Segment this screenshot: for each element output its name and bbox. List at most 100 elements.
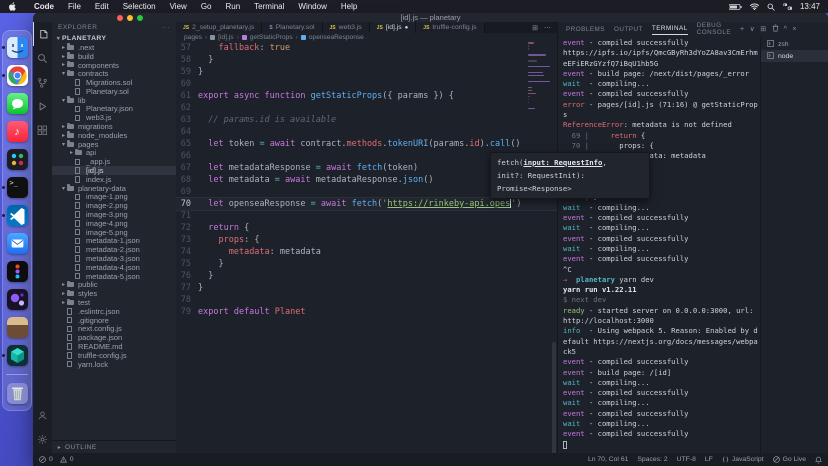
tree-item-_app.js[interactable]: _app.js	[52, 157, 176, 166]
menu-item-edit[interactable]: Edit	[88, 2, 116, 11]
explorer-icon[interactable]	[33, 22, 52, 46]
tree-item-image-3.png[interactable]: image-3.png	[52, 210, 176, 219]
status-circle-slash[interactable]: Go Live	[773, 456, 806, 463]
apple-menu-icon[interactable]	[9, 2, 17, 11]
status-error[interactable]: 0	[39, 456, 53, 463]
run-debug-icon[interactable]	[33, 94, 52, 118]
code-editor[interactable]: 57 fallback: true58 }59}6061export async…	[176, 42, 557, 453]
code-line-77[interactable]: 77}	[176, 282, 557, 294]
code-line-59[interactable]: 59}	[176, 66, 557, 78]
tab-web3.js[interactable]: JSweb3.js	[323, 22, 370, 33]
menu-item-help[interactable]: Help	[334, 2, 364, 11]
status-utf-8[interactable]: UTF-8	[677, 456, 696, 463]
dropdown-icon[interactable]: ∨	[750, 25, 756, 33]
tree-item-metadata-1.json[interactable]: metadata-1.json	[52, 237, 176, 246]
tree-item-[id].js[interactable]: [id].js	[52, 166, 176, 175]
panel-tab-debug-console[interactable]: DEBUG CONSOLE	[697, 20, 731, 38]
tab-[id].js[interactable]: JS[id].js●	[370, 22, 417, 33]
tree-item-public[interactable]: ▸public	[52, 281, 176, 290]
tree-item-next.config.js[interactable]: next.config.js	[52, 325, 176, 334]
tree-item-image-1.png[interactable]: image-1.png	[52, 193, 176, 202]
code-line-75[interactable]: 75 }	[176, 258, 557, 270]
tree-item-metadata-4.json[interactable]: metadata-4.json	[52, 263, 176, 272]
tree-item-.gitignore[interactable]: .gitignore	[52, 316, 176, 325]
tab-2_setup_planetary.js[interactable]: JS2_setup_planetary.js	[176, 22, 262, 33]
tree-item-planetary-data[interactable]: ▾planetary-data	[52, 184, 176, 193]
tree-item-test[interactable]: ▸test	[52, 298, 176, 307]
tree-item-Migrations.sol[interactable]: Migrations.sol	[52, 78, 176, 87]
trash-icon[interactable]	[772, 24, 779, 34]
tree-item-index.js[interactable]: index.js	[52, 175, 176, 184]
code-line-72[interactable]: 72 return {	[176, 222, 557, 234]
battery-icon[interactable]	[729, 4, 742, 10]
tree-item-lib[interactable]: ▾lib	[52, 96, 176, 105]
dock-item-trash[interactable]	[7, 383, 28, 404]
tree-item-metadata-2.json[interactable]: metadata-2.json	[52, 245, 176, 254]
tree-item-metadata-5.json[interactable]: metadata-5.json	[52, 272, 176, 281]
code-line-62[interactable]: 62	[176, 102, 557, 114]
menu-item-code[interactable]: Code	[27, 2, 61, 11]
panel-tab-problems[interactable]: PROBLEMS	[566, 24, 605, 35]
settings-icon[interactable]	[33, 427, 52, 451]
tree-item-README.md[interactable]: README.md	[52, 342, 176, 351]
close-icon[interactable]: ×	[792, 26, 797, 33]
menu-item-go[interactable]: Go	[194, 2, 219, 11]
menu-item-window[interactable]: Window	[291, 2, 333, 11]
tree-item-pages[interactable]: ▾pages	[52, 140, 176, 149]
breadcrumb-item-[id].js[interactable]: [id].js	[218, 34, 233, 41]
modified-dot-icon[interactable]: ●	[405, 25, 409, 31]
account-icon[interactable]	[33, 403, 52, 427]
dock-item-cube-app[interactable]	[7, 345, 28, 366]
explorer-more-actions-icon[interactable]: ···	[162, 24, 170, 31]
dock-item-minecraft[interactable]	[7, 317, 28, 338]
tree-item-node_modules[interactable]: ▸node_modules	[52, 131, 176, 140]
tree-item-metadata-3.json[interactable]: metadata-3.json	[52, 254, 176, 263]
minimap[interactable]	[528, 42, 550, 453]
code-line-64[interactable]: 64	[176, 126, 557, 138]
breadcrumb-item-openseaResponse[interactable]: openseaResponse	[309, 34, 364, 41]
dock-item-planets-app[interactable]	[7, 289, 28, 310]
tree-item-components[interactable]: ▸components	[52, 61, 176, 70]
tab-Planetary.sol[interactable]: SPlanetary.sol	[262, 22, 322, 33]
tree-item-web3.js[interactable]: web3.js	[52, 113, 176, 122]
project-root-row[interactable]: ▾ PLANETARY	[52, 33, 176, 43]
scrollbar-thumb[interactable]	[552, 342, 556, 462]
code-line-71[interactable]: 71	[176, 210, 557, 222]
tree-item-package.json[interactable]: package.json	[52, 333, 176, 342]
dock-item-slack[interactable]	[7, 149, 28, 170]
tree-item-styles[interactable]: ▸styles	[52, 289, 176, 298]
extensions-icon[interactable]	[33, 118, 52, 142]
tree-item-migrations[interactable]: ▸migrations	[52, 122, 176, 131]
breadcrumb-item-pages[interactable]: pages	[184, 34, 202, 41]
code-line-73[interactable]: 73 props: {	[176, 234, 557, 246]
tree-item-image-2.png[interactable]: image-2.png	[52, 201, 176, 210]
dock-item-terminal[interactable]: >_	[7, 177, 28, 198]
panel-tab-output[interactable]: OUTPUT	[614, 24, 643, 35]
editor-scrollbar[interactable]	[552, 42, 556, 453]
menu-item-view[interactable]: View	[163, 2, 194, 11]
status-braces[interactable]: JavaScript	[722, 456, 764, 463]
split-terminal-icon[interactable]: ⊞	[760, 25, 766, 33]
status-warning[interactable]: 0	[60, 456, 74, 463]
chevron-up-icon[interactable]: ^	[784, 26, 788, 33]
menu-item-selection[interactable]: Selection	[116, 2, 163, 11]
code-line-58[interactable]: 58 }	[176, 54, 557, 66]
code-line-57[interactable]: 57 fallback: true	[176, 42, 557, 54]
tree-item-image-4.png[interactable]: image-4.png	[52, 219, 176, 228]
dock-item-finder[interactable]	[7, 37, 28, 58]
tree-item-.next[interactable]: ▸.next	[52, 43, 176, 52]
tree-item-Planetary.sol[interactable]: Planetary.sol	[52, 87, 176, 96]
more-actions-icon[interactable]: ⋯	[544, 24, 551, 32]
code-line-65[interactable]: 65 let token = await contract.methods.to…	[176, 138, 557, 150]
tree-item-yarn.lock[interactable]: yarn.lock	[52, 360, 176, 369]
split-editor-icon[interactable]: ⊞	[532, 24, 538, 32]
code-line-76[interactable]: 76 }	[176, 270, 557, 282]
breadcrumb[interactable]: pages›[id].js›getStaticProps›openseaResp…	[176, 33, 557, 42]
code-line-61[interactable]: 61export async function getStaticProps({…	[176, 90, 557, 102]
dock-item-messages[interactable]	[7, 93, 28, 114]
status-lf[interactable]: LF	[705, 456, 713, 463]
source-control-icon[interactable]	[33, 70, 52, 94]
outline-section[interactable]: ▸ OUTLINE	[52, 440, 176, 453]
dock-item-chrome[interactable]	[7, 65, 28, 86]
wifi-icon[interactable]	[750, 3, 759, 10]
